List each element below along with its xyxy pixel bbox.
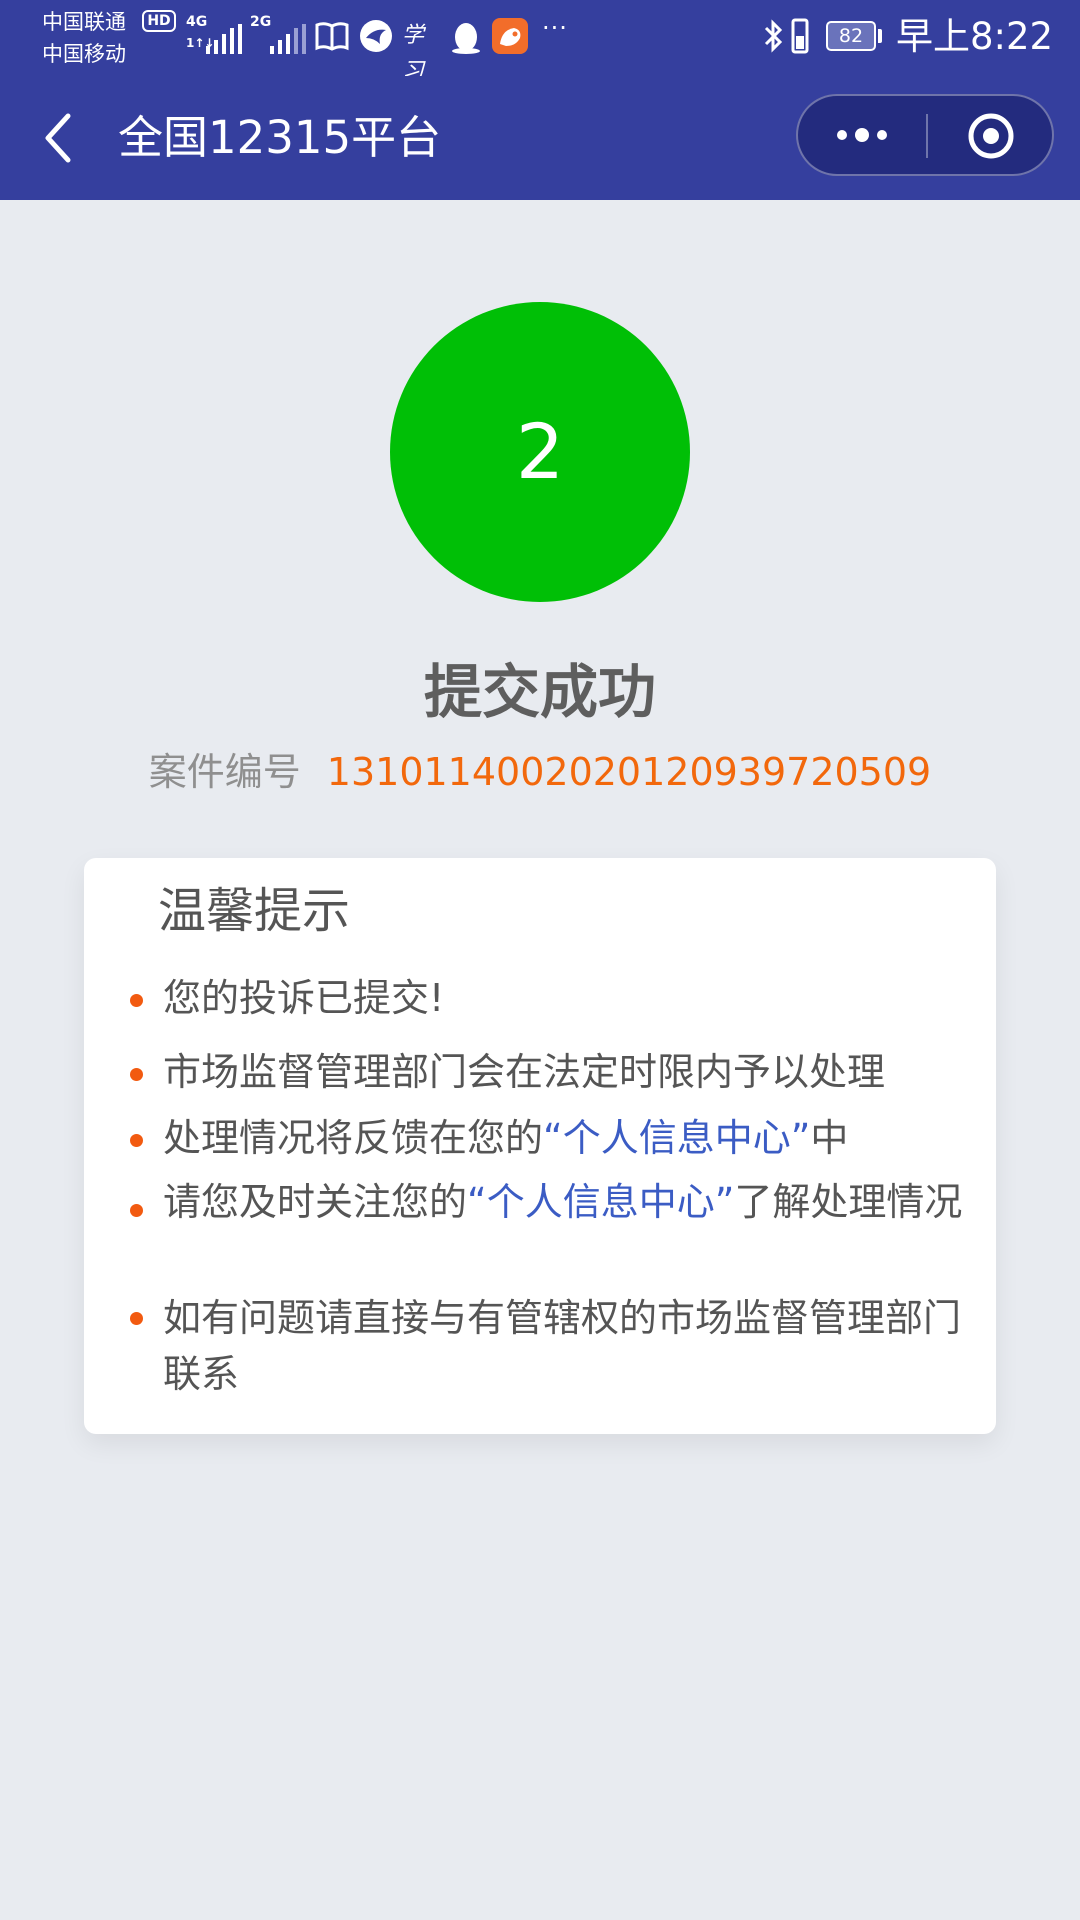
case-number-value: 13101140020201209397205​09 (326, 750, 932, 794)
step-number-badge: 2 (390, 302, 690, 602)
tip-text: 处理情况将反馈在您的“个人信息中心”中 (163, 1110, 973, 1166)
signal-4g: 4G 1↑↓ (186, 14, 244, 56)
more-options-button[interactable] (798, 96, 925, 174)
personal-info-center-link[interactable]: “个人信息中心” (467, 1180, 734, 1224)
case-number-label: 案件编号 (148, 750, 301, 794)
bullet-dot-icon (130, 1204, 143, 1217)
xuexi-icon: 学习 (402, 23, 425, 84)
carrier-name-2: 中国移动 (42, 42, 126, 66)
bullet-dot-icon (130, 994, 143, 1007)
bullet-dot-icon (130, 1134, 143, 1147)
tip-text: 市场监督管理部门会在法定时限内予以处理 (163, 1044, 973, 1100)
book-icon (314, 18, 350, 54)
status-time: 早上8:22 (896, 15, 1054, 58)
battery-indicator: 82 (826, 21, 876, 51)
tip-text-plain: 市场监督管理部门会在法定时限内予以处理 (163, 1050, 886, 1094)
tip-text: 如有问题请直接与有管辖权的市场监督管理部门联系 (163, 1290, 973, 1402)
bluetooth-icon (764, 19, 783, 53)
back-button[interactable] (36, 106, 84, 170)
signal-bars-icon (206, 24, 242, 54)
signal-2g: 2G (250, 14, 308, 56)
tip-text-before: 处理情况将反馈在您的 (163, 1116, 544, 1160)
status-bar: 中国联通 中国移动 HD 4G 1↑↓ 2G 学习 ··· 82 早上8:22 (0, 0, 1080, 84)
tip-text: 您的投诉已提交! (163, 970, 973, 1026)
uc-browser-icon (492, 18, 528, 54)
tip-text: 请您及时关注您的“个人信息中心”了解处理情况 (163, 1180, 973, 1224)
tip-text-after: 中 (810, 1116, 849, 1160)
signal-bars-icon (270, 24, 306, 54)
result-title: 提交成功 (423, 658, 656, 726)
personal-info-center-link[interactable]: “个人信息中心” (543, 1116, 810, 1160)
bullet-dot-icon (130, 1312, 143, 1325)
mini-program-capsule (796, 94, 1054, 176)
hd-badge: HD (142, 10, 176, 32)
bullet-dot-icon (130, 1068, 143, 1081)
bird-icon (358, 18, 394, 54)
close-mini-program-button[interactable] (929, 96, 1052, 174)
case-number-row: 案件编号 13101140020201209397205​09 (0, 744, 1080, 800)
more-dots-icon (837, 128, 887, 142)
navigation-bar: 全国12315平台 (0, 76, 1080, 200)
phone-vibrate-icon (791, 18, 809, 54)
penguin-icon (448, 18, 484, 54)
tip-text-before: 请您及时关注您的 (163, 1180, 468, 1224)
page-title: 全国12315平台 (118, 111, 442, 164)
battery-cap (878, 29, 882, 43)
more-notifications-icon: ··· (542, 14, 568, 42)
tips-card: 温馨提示 您的投诉已提交! 市场监督管理部门会在法定时限内予以处理 处理情况将反… (84, 858, 996, 1434)
tip-text-plain: 您的投诉已提交! (163, 976, 445, 1020)
tip-text-after: 了解处理情况 (734, 1180, 963, 1224)
tip-text-plain: 如有问题请直接与有管辖权的市场监督管理部门联系 (163, 1296, 962, 1396)
target-close-icon (968, 113, 1014, 159)
tips-title: 温馨提示 (158, 883, 351, 939)
chevron-left-icon (45, 113, 71, 163)
capsule-divider (926, 114, 928, 158)
